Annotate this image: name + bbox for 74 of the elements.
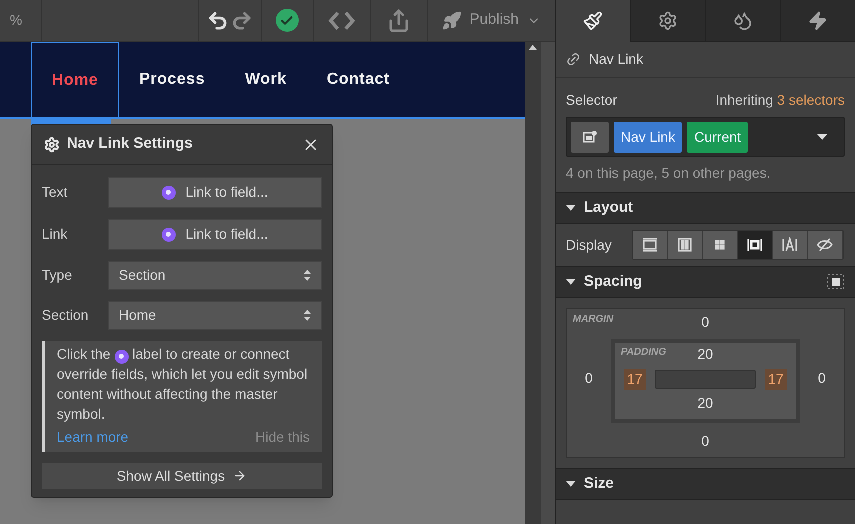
panel-tab[interactable] xyxy=(630,0,705,42)
dropdown-caret-icon[interactable] xyxy=(817,134,828,140)
padding-value[interactable]: 20 xyxy=(698,344,714,365)
learn-more-link[interactable]: Learn more xyxy=(57,427,129,447)
lightning-icon xyxy=(808,10,828,30)
sort-arrows-icon xyxy=(304,310,311,321)
section-header[interactable]: Spacing xyxy=(556,266,855,298)
collapse-caret-icon xyxy=(566,481,576,487)
nav-link[interactable]: Home xyxy=(31,42,120,119)
section-header[interactable]: Size xyxy=(556,468,855,500)
section-header[interactable]: Layout xyxy=(556,192,855,224)
sort-arrows-icon xyxy=(304,270,311,281)
zoom-percent[interactable]: % xyxy=(0,0,42,41)
select-field[interactable]: Section xyxy=(108,261,322,290)
rocket-icon xyxy=(442,10,462,30)
drops-icon xyxy=(733,10,753,30)
grid-icon xyxy=(712,237,728,253)
class-tag[interactable]: Nav Link xyxy=(614,122,682,152)
inline-block-icon xyxy=(747,237,763,253)
show-all-settings-button[interactable]: Show All Settings xyxy=(42,463,322,489)
nav-link[interactable]: Process xyxy=(119,42,226,117)
selector-field[interactable]: Nav Link Current xyxy=(566,117,845,157)
class-tag[interactable]: Current xyxy=(687,122,748,152)
popup-title: Nav Link Settings xyxy=(67,134,193,154)
spacing-box-icon[interactable] xyxy=(827,274,845,290)
undo-icon[interactable] xyxy=(206,10,229,32)
display-option-button[interactable] xyxy=(738,231,773,259)
margin-value[interactable]: 0 xyxy=(702,309,710,333)
panel-tab[interactable] xyxy=(705,0,780,42)
inheriting-text: Inheriting 3 selectors xyxy=(716,91,845,110)
field-label: Section xyxy=(42,306,90,325)
nav-link[interactable]: Work xyxy=(225,42,307,117)
field-label: Link xyxy=(42,225,69,244)
link-to-field-button[interactable]: Link to field... xyxy=(108,219,322,250)
display-option-button[interactable] xyxy=(633,231,668,259)
columns-icon xyxy=(677,237,693,253)
section-title: Spacing xyxy=(584,272,642,292)
scroll-up-arrow-icon[interactable] xyxy=(529,45,537,50)
element-name: Nav Link xyxy=(589,50,644,69)
field-label: Type xyxy=(42,266,74,285)
nav-link[interactable]: Contact xyxy=(306,42,410,117)
settings-icon xyxy=(44,136,60,152)
link-to-field-button[interactable]: Link to field... xyxy=(108,177,322,208)
saved-check-icon[interactable] xyxy=(276,9,299,32)
code-icon[interactable] xyxy=(328,10,356,30)
margin-value[interactable]: 0 xyxy=(800,368,844,388)
selector-label: Selector xyxy=(566,91,618,110)
field-label: Text xyxy=(42,183,69,202)
element-state-icon[interactable] xyxy=(571,122,609,152)
section-title: Size xyxy=(584,474,614,494)
settings-icon xyxy=(658,10,678,30)
padding-value[interactable]: 20 xyxy=(698,395,714,411)
collapse-caret-icon xyxy=(566,205,576,211)
display-option-button[interactable] xyxy=(703,231,738,259)
block-icon xyxy=(642,237,658,253)
collapse-caret-icon xyxy=(566,279,576,285)
hint-text: Click the label to create or connect override fields, which let you edit symbol content without affecting the master symbol. xyxy=(57,345,309,424)
padding-value[interactable]: 17 xyxy=(624,368,646,390)
display-label: Display xyxy=(566,236,613,255)
section-title: Layout xyxy=(584,198,634,218)
margin-label: MARGIN xyxy=(573,313,614,327)
inline-text-icon xyxy=(782,237,798,253)
display-option-button[interactable] xyxy=(808,231,843,259)
display-option-button[interactable] xyxy=(773,231,808,259)
padding-label: PADDING xyxy=(621,346,666,360)
panel-tab[interactable] xyxy=(780,0,855,42)
display-option-button[interactable] xyxy=(668,231,703,259)
margin-value[interactable]: 0 xyxy=(702,431,710,452)
padding-value[interactable]: 17 xyxy=(765,368,787,390)
usage-text: 4 on this page, 5 on other pages. xyxy=(566,164,772,183)
hidden-eye-icon xyxy=(817,237,833,253)
brush-icon xyxy=(583,11,603,31)
select-field[interactable]: Home xyxy=(108,301,322,330)
margin-value[interactable]: 0 xyxy=(567,368,611,388)
